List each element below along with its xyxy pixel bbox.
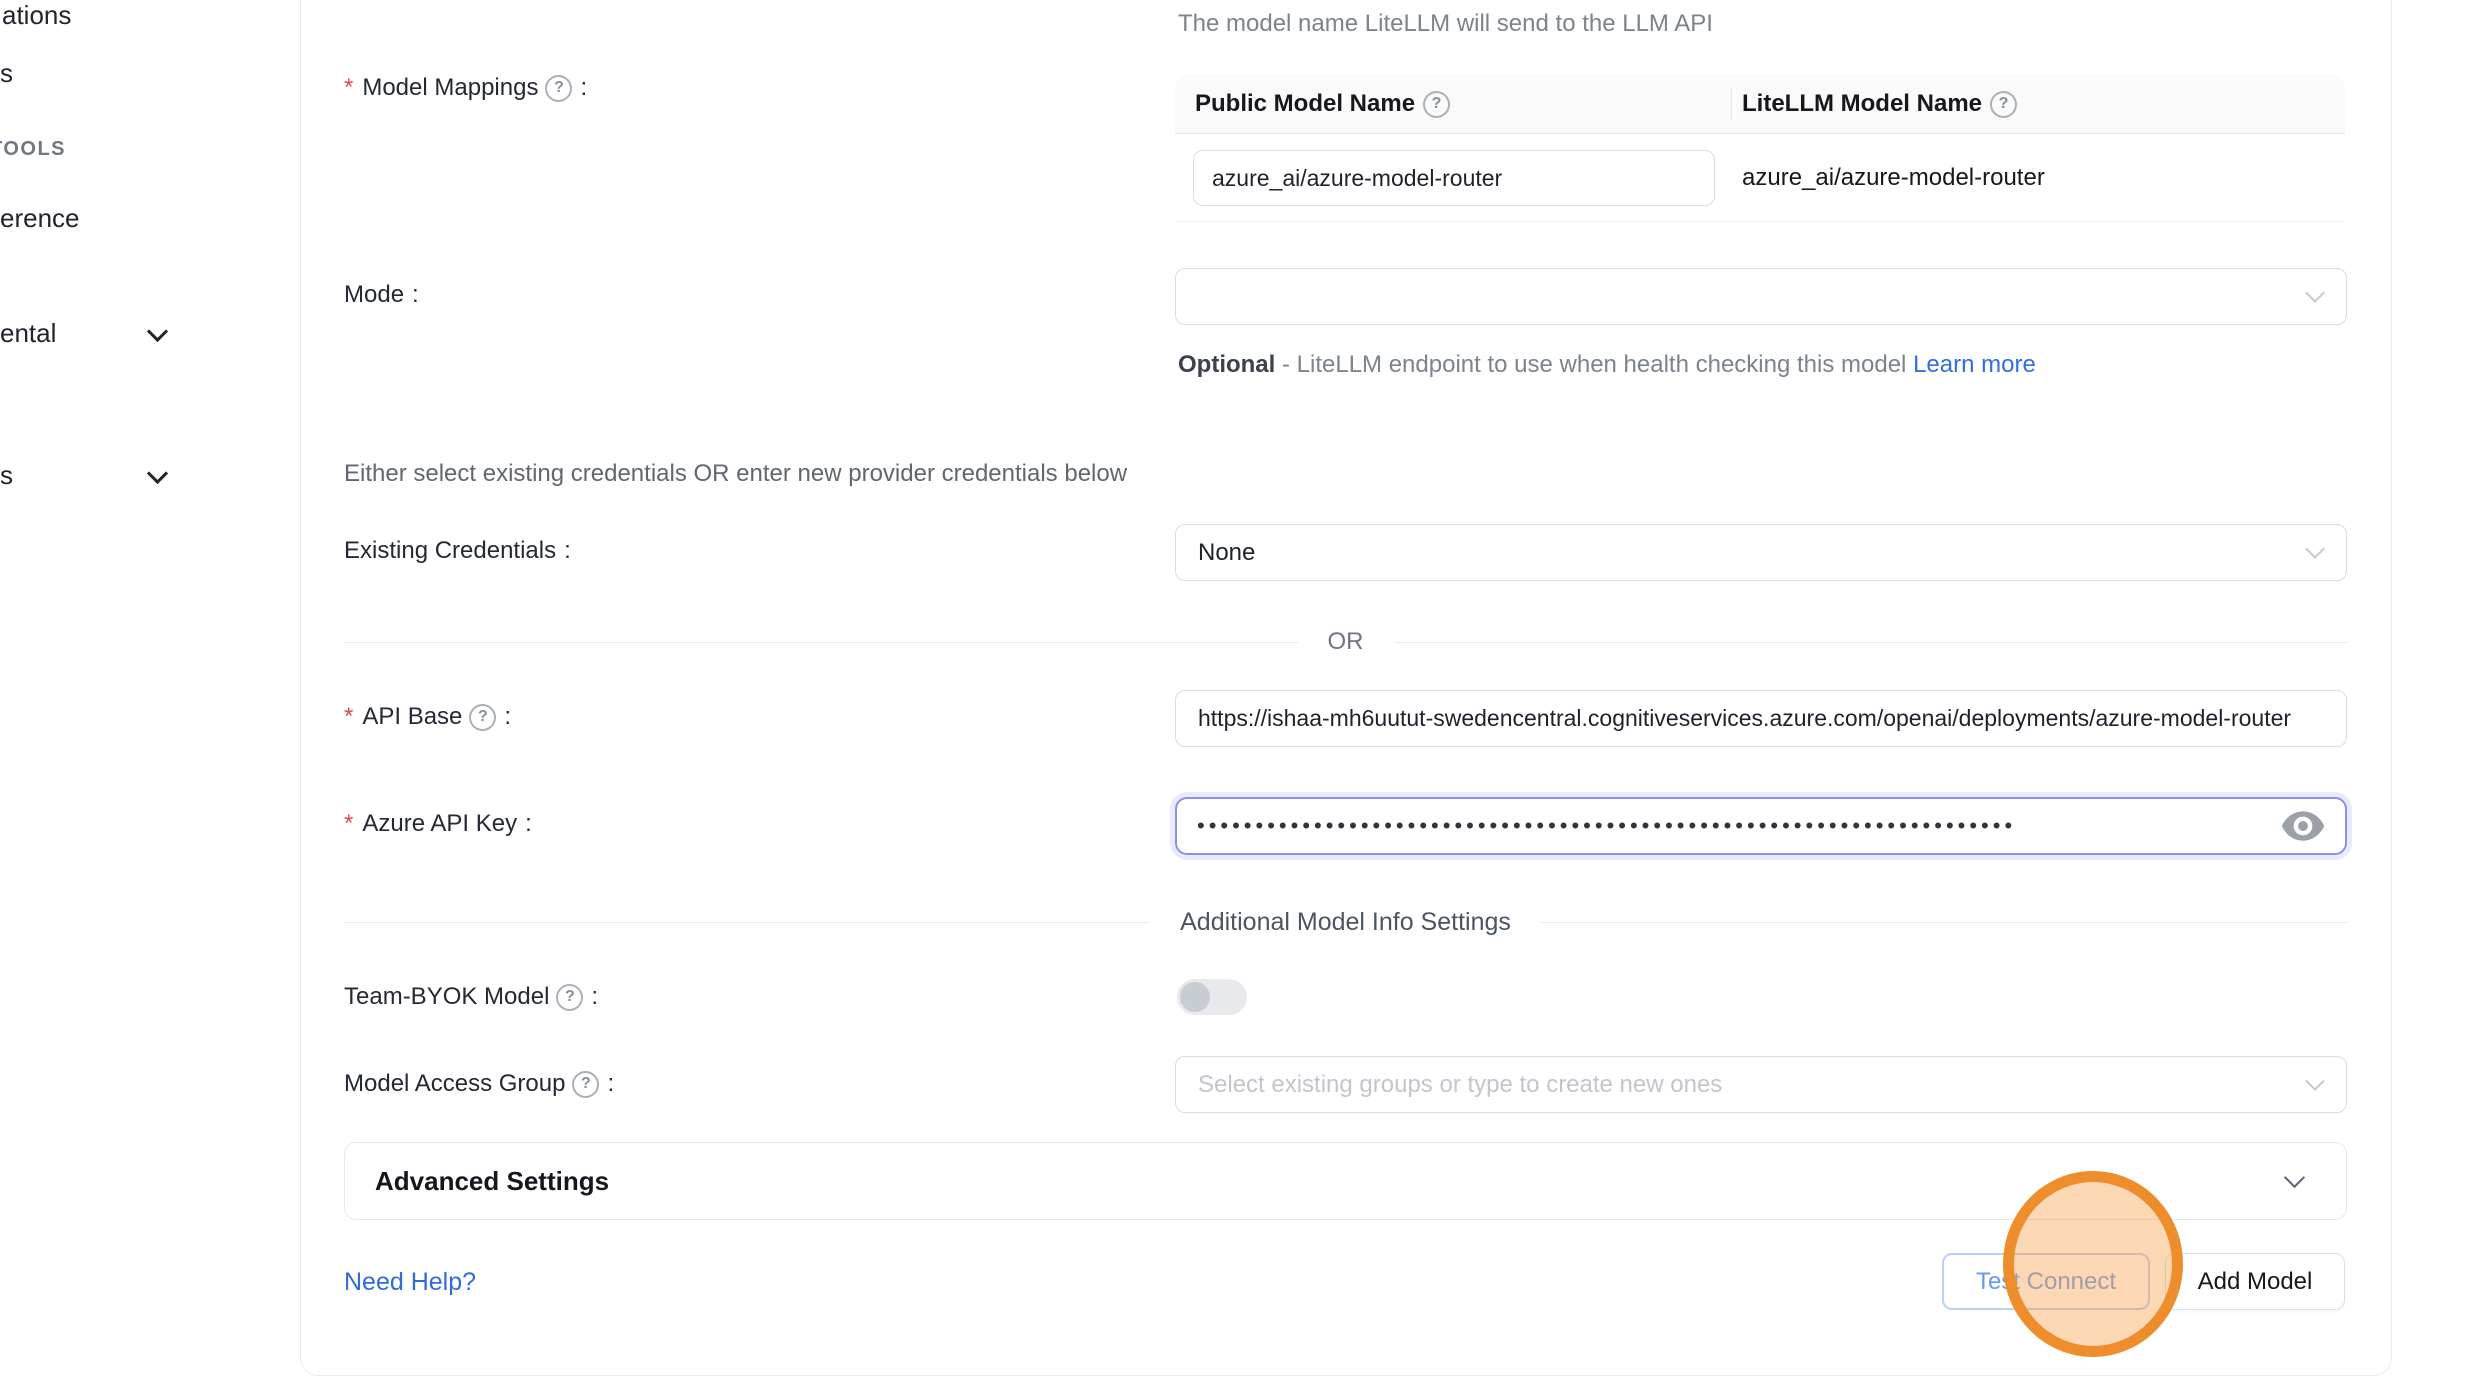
sidebar: ations s TOOLS erence ental s: [0, 0, 300, 1385]
mode-select[interactable]: [1175, 268, 2347, 325]
required-asterisk: *: [344, 74, 353, 102]
chevron-down-icon: [2305, 283, 2325, 303]
existing-credentials-label: Existing Credentials:: [344, 537, 571, 565]
sidebar-item-truncated-5[interactable]: s: [0, 460, 13, 491]
model-mappings-table-header: Public Model Name ? LiteLLM Model Name ?: [1175, 74, 2345, 134]
model-access-group-select[interactable]: Select existing groups or type to create…: [1175, 1056, 2347, 1113]
required-asterisk: *: [344, 703, 353, 731]
api-base-input[interactable]: [1198, 691, 2338, 746]
existing-credentials-select[interactable]: None: [1175, 524, 2347, 581]
column-header-public-model-name: Public Model Name ?: [1195, 74, 1450, 134]
public-model-name-input[interactable]: [1212, 151, 1696, 205]
additional-settings-divider: Additional Model Info Settings: [344, 908, 2347, 937]
sidebar-section-tools: TOOLS: [0, 138, 66, 161]
model-mappings-table: Public Model Name ? LiteLLM Model Name ?…: [1175, 74, 2345, 222]
add-model-button[interactable]: Add Model: [2165, 1253, 2345, 1310]
chevron-down-icon: [147, 321, 168, 342]
azure-api-key-input[interactable]: [1197, 799, 2275, 853]
team-byok-toggle[interactable]: [1177, 979, 1247, 1015]
model-mappings-table-row: azure_ai/azure-model-router: [1175, 134, 2345, 222]
test-connect-button[interactable]: Test Connect: [1942, 1253, 2150, 1310]
help-icon[interactable]: ?: [469, 704, 496, 731]
sidebar-item-truncated-1[interactable]: ations: [2, 0, 71, 31]
model-name-helper-text: The model name LiteLLM will send to the …: [1178, 10, 1713, 38]
advanced-settings-title: Advanced Settings: [375, 1166, 2287, 1197]
learn-more-link[interactable]: Learn more: [1913, 351, 2036, 378]
chevron-down-icon: [147, 463, 168, 484]
azure-api-key-field-wrap: [1175, 797, 2347, 855]
help-icon[interactable]: ?: [1990, 91, 2017, 118]
or-divider: OR: [344, 628, 2347, 656]
chevron-down-icon: [2305, 1071, 2325, 1091]
help-icon[interactable]: ?: [556, 984, 583, 1011]
sidebar-item-truncated-4[interactable]: ental: [0, 318, 56, 349]
model-access-group-placeholder: Select existing groups or type to create…: [1198, 1071, 1722, 1099]
chevron-down-icon: [2284, 1167, 2305, 1188]
mode-helper-text: Optional - LiteLLM endpoint to use when …: [1178, 345, 2058, 385]
mode-label: Mode:: [344, 281, 419, 309]
help-icon[interactable]: ?: [1423, 91, 1450, 118]
model-mappings-label: * Model Mappings ? :: [344, 74, 587, 102]
required-asterisk: *: [344, 810, 353, 838]
column-header-litellm-model-name: LiteLLM Model Name ?: [1742, 74, 2017, 134]
credentials-note: Either select existing credentials OR en…: [344, 460, 1127, 488]
help-icon[interactable]: ?: [572, 1071, 599, 1098]
api-base-field-wrap: [1175, 690, 2347, 747]
sidebar-item-truncated-2[interactable]: s: [0, 58, 13, 89]
help-icon[interactable]: ?: [545, 75, 572, 102]
azure-api-key-label: * Azure API Key :: [344, 810, 532, 838]
chevron-down-icon: [2305, 539, 2325, 559]
sidebar-item-truncated-3[interactable]: erence: [0, 203, 80, 234]
advanced-settings-panel[interactable]: Advanced Settings: [344, 1142, 2347, 1220]
column-divider: [1731, 88, 1732, 120]
model-access-group-label: Model Access Group ? :: [344, 1070, 614, 1098]
team-byok-label: Team-BYOK Model ? :: [344, 983, 598, 1011]
api-base-label: * API Base ? :: [344, 703, 511, 731]
litellm-model-name-value: azure_ai/azure-model-router: [1742, 134, 2045, 222]
need-help-link[interactable]: Need Help?: [344, 1268, 476, 1297]
eye-icon[interactable]: [2281, 810, 2325, 842]
toggle-knob: [1180, 982, 1210, 1012]
public-model-name-field-wrap: [1193, 150, 1715, 206]
